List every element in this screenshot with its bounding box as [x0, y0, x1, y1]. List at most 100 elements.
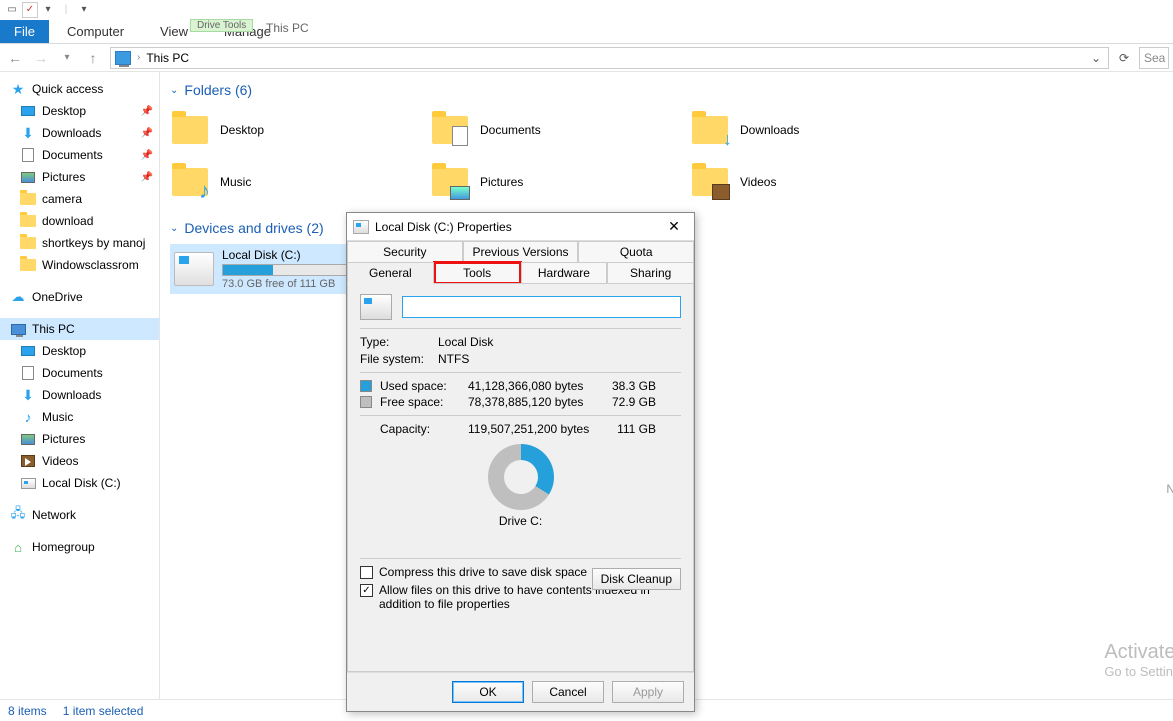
address-bar[interactable]: › This PC ⌄ — [110, 47, 1109, 69]
chevron-down-icon: ⌄ — [170, 223, 178, 234]
address-dropdown-icon[interactable]: ⌄ — [1088, 51, 1104, 65]
capacity-label: Capacity: — [380, 422, 460, 436]
sidebar-item-pc-pictures[interactable]: Pictures — [0, 428, 159, 450]
free-swatch — [360, 396, 372, 408]
pin-icon: 📌 — [141, 150, 153, 161]
file-tab[interactable]: File — [0, 20, 49, 43]
qa-sep: | — [58, 2, 74, 18]
used-label: Used space: — [380, 379, 460, 393]
pin-icon: 📌 — [141, 172, 153, 183]
folder-videos[interactable]: Videos — [690, 158, 910, 206]
tab-computer[interactable]: Computer — [49, 20, 142, 43]
sidebar-item-label: Network — [32, 508, 76, 522]
search-input[interactable]: Sea — [1139, 47, 1169, 69]
tab-quota[interactable]: Quota — [578, 241, 694, 262]
window-title: This PC — [266, 21, 309, 35]
sidebar-item-downloads[interactable]: ⬇Downloads📌 — [0, 122, 159, 144]
folder-pictures[interactable]: Pictures — [430, 158, 650, 206]
drive-icon — [360, 294, 392, 320]
capacity-bytes: 119,507,251,200 bytes — [468, 422, 598, 436]
properties-dialog: Local Disk (C:) Properties ✕ Security Pr… — [346, 212, 695, 712]
dialog-tabs: Security Previous Versions Quota General… — [347, 241, 694, 284]
section-title: Devices and drives (2) — [184, 220, 323, 236]
sidebar-item-pc-localdisk[interactable]: Local Disk (C:) — [0, 472, 159, 494]
sidebar-item-label: Desktop — [42, 344, 86, 358]
sidebar-item-label: This PC — [32, 322, 75, 336]
tab-general[interactable]: General — [347, 262, 434, 284]
recent-dropdown[interactable]: ▾ — [56, 47, 78, 69]
network-icon: 🖧 — [10, 507, 26, 523]
back-button[interactable]: ← — [4, 47, 26, 69]
sidebar-this-pc[interactable]: This PC — [0, 318, 159, 340]
sidebar-item-label: Windowsclassrom — [42, 258, 139, 272]
qa-overflow-icon[interactable]: ▾ — [76, 2, 92, 18]
forward-button[interactable]: → — [30, 47, 52, 69]
folder-label: Pictures — [480, 175, 523, 189]
sidebar-onedrive[interactable]: ☁OneDrive — [0, 286, 159, 308]
up-button[interactable]: ↑ — [82, 47, 104, 69]
sidebar-item-pc-desktop[interactable]: Desktop — [0, 340, 159, 362]
close-button[interactable]: ✕ — [660, 218, 688, 235]
sidebar-quick-access[interactable]: ★ Quick access — [0, 78, 159, 100]
used-bytes: 41,128,366,080 bytes — [468, 379, 598, 393]
tab-sharing[interactable]: Sharing — [607, 262, 694, 284]
desktop-icon — [21, 106, 35, 116]
truncated-text: N — [1166, 482, 1173, 496]
sidebar-network[interactable]: 🖧 Network — [0, 504, 159, 526]
document-icon — [452, 126, 468, 146]
sidebar-item-label: Local Disk (C:) — [42, 476, 121, 490]
folder-documents[interactable]: Documents — [430, 106, 650, 154]
drive-label-input[interactable] — [402, 296, 681, 318]
pc-icon — [11, 324, 26, 335]
sidebar-item-label: camera — [42, 192, 82, 206]
drive-icon — [353, 220, 369, 234]
videos-icon — [21, 455, 35, 467]
qa-check-icon[interactable]: ✓ — [22, 2, 38, 18]
dialog-titlebar[interactable]: Local Disk (C:) Properties ✕ — [347, 213, 694, 241]
section-title: Folders (6) — [184, 82, 252, 98]
qa-properties-icon[interactable]: ▭ — [4, 2, 20, 18]
disk-cleanup-button[interactable]: Disk Cleanup — [592, 568, 681, 590]
tab-security[interactable]: Security — [347, 241, 463, 262]
sidebar-item-pc-downloads[interactable]: ⬇ Downloads — [0, 384, 159, 406]
sidebar-item-label: Music — [42, 410, 73, 424]
refresh-button[interactable]: ⟳ — [1113, 47, 1135, 69]
folder-icon — [20, 215, 36, 227]
checkbox-icon[interactable] — [360, 566, 373, 579]
sidebar-item-pc-music[interactable]: ♪Music — [0, 406, 159, 428]
qa-dropdown-icon[interactable]: ▾ — [40, 2, 56, 18]
folder-music[interactable]: ♪Music — [170, 158, 390, 206]
folder-desktop[interactable]: Desktop — [170, 106, 390, 154]
tab-previous-versions[interactable]: Previous Versions — [463, 241, 579, 262]
item-count: 8 items — [8, 704, 47, 718]
type-label: Type: — [360, 335, 438, 349]
ok-button[interactable]: OK — [452, 681, 524, 703]
type-value: Local Disk — [438, 335, 493, 349]
sidebar-item-pc-documents[interactable]: Documents — [0, 362, 159, 384]
sidebar-item-windowsclassroom[interactable]: Windowsclassrom — [0, 254, 159, 276]
cancel-button[interactable]: Cancel — [532, 681, 604, 703]
folders-header[interactable]: ⌄Folders (6) — [170, 82, 1163, 98]
sidebar-item-documents[interactable]: Documents📌 — [0, 144, 159, 166]
tab-hardware[interactable]: Hardware — [521, 262, 608, 284]
tab-tools[interactable]: Tools — [434, 262, 521, 284]
homegroup-icon: ⌂ — [10, 539, 26, 555]
document-icon — [22, 148, 34, 162]
download-icon: ⬇ — [20, 387, 36, 403]
sidebar-item-label: Videos — [42, 454, 78, 468]
sidebar-item-label: Downloads — [42, 388, 101, 402]
sidebar-homegroup[interactable]: ⌂Homegroup — [0, 536, 159, 558]
address-path[interactable]: This PC — [146, 51, 189, 65]
sidebar-item-camera[interactable]: camera — [0, 188, 159, 210]
sidebar-item-pc-videos[interactable]: Videos — [0, 450, 159, 472]
chevron-right-icon[interactable]: › — [137, 52, 140, 63]
checkbox-icon[interactable]: ✓ — [360, 584, 373, 597]
folder-label: Documents — [480, 123, 541, 137]
sidebar-item-download[interactable]: download — [0, 210, 159, 232]
folder-downloads[interactable]: ↓Downloads — [690, 106, 910, 154]
sidebar-item-pictures[interactable]: Pictures📌 — [0, 166, 159, 188]
sidebar-item-shortkeys[interactable]: shortkeys by manoj — [0, 232, 159, 254]
desktop-icon — [21, 346, 35, 356]
apply-button[interactable]: Apply — [612, 681, 684, 703]
sidebar-item-desktop[interactable]: Desktop📌 — [0, 100, 159, 122]
